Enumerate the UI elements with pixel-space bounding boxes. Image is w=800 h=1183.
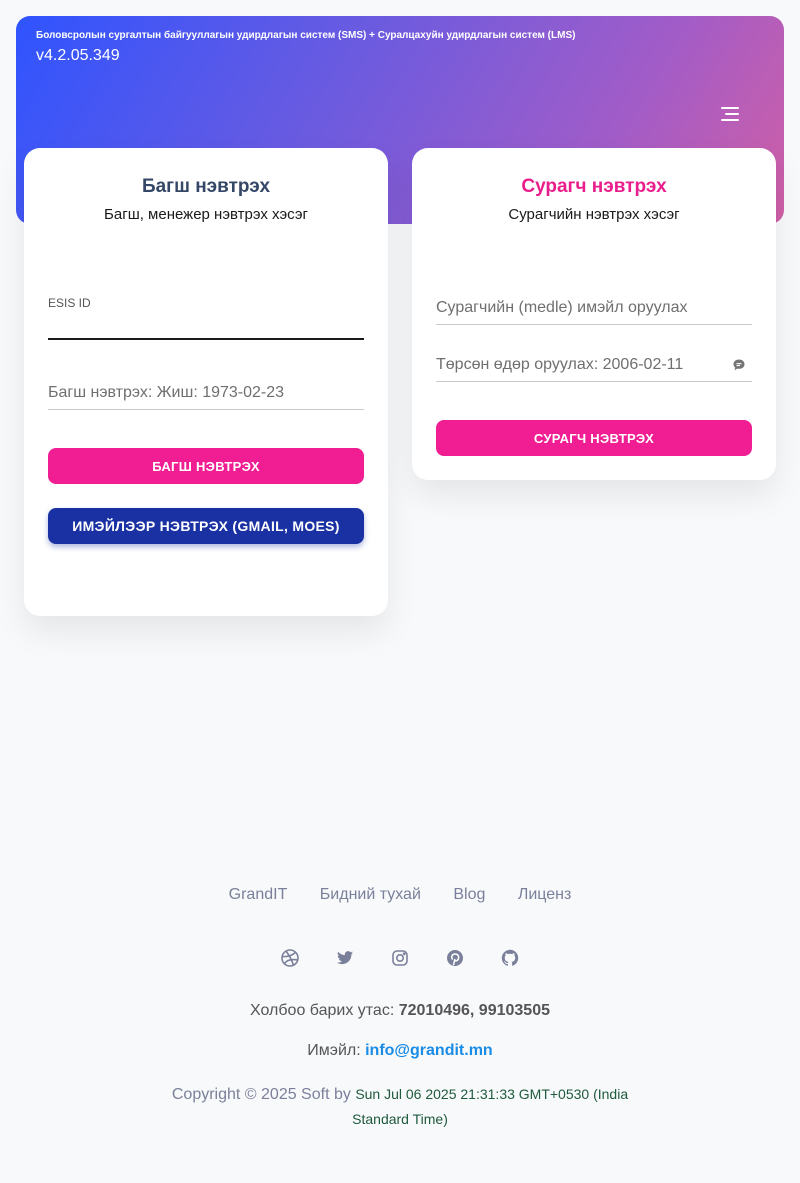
contact-email: Имэйл: info@grandit.mn: [0, 1042, 800, 1060]
email-login-button[interactable]: ИМЭЙЛЭЭР НЭВТРЭХ (GMAIL, MOES): [48, 508, 364, 544]
social-icons: [0, 948, 800, 970]
chat-bubble-icon: [732, 358, 746, 372]
twitter-icon[interactable]: [335, 948, 355, 968]
footer-links: GrandIT Бидний тухай Blog Лиценз: [0, 886, 800, 904]
student-login-title: Сурагч нэвтрэх: [521, 176, 667, 197]
copyright: Copyright © 2025 Soft by Sun Jul 06 2025…: [160, 1082, 640, 1132]
teacher-login-title: Багш нэвтрэх: [141, 176, 271, 197]
student-login-subtitle: Сурагчийн нэвтрэх хэсэг: [508, 206, 680, 223]
esis-id-input[interactable]: [48, 306, 364, 340]
dribbble-icon[interactable]: [280, 948, 300, 968]
footer-link-license[interactable]: Лиценз: [518, 886, 572, 904]
phone-label: Холбоо барих утас:: [250, 1002, 399, 1019]
contact-phone: Холбоо барих утас: 72010496, 99103505: [0, 1002, 800, 1020]
footer-link-blog[interactable]: Blog: [453, 886, 485, 904]
email-label: Имэйл:: [307, 1042, 366, 1059]
copyright-text: Copyright © 2025 Soft by: [171, 1086, 356, 1103]
email-link[interactable]: info@grandit.mn: [365, 1042, 493, 1059]
footer-link-grandit[interactable]: GrandIT: [229, 886, 288, 904]
student-birthdate-input[interactable]: [436, 348, 752, 382]
teacher-birthdate-input[interactable]: [48, 376, 364, 410]
teacher-login-subtitle: Багш, менежер нэвтрэх хэсэг: [104, 206, 308, 223]
app-version: v4.2.05.349: [36, 47, 120, 64]
teacher-login-card: Багш нэвтрэх Багш, менежер нэвтрэх хэсэг…: [24, 148, 388, 616]
github-icon[interactable]: [500, 948, 520, 968]
instagram-icon[interactable]: [390, 948, 410, 968]
footer-link-about[interactable]: Бидний тухай: [320, 886, 421, 904]
timestamp: Sun Jul 06 2025 21:31:33 GMT+0530 (India…: [352, 1086, 629, 1127]
student-login-button[interactable]: СУРАГЧ НЭВТРЭХ: [436, 420, 752, 456]
student-email-input[interactable]: [436, 291, 752, 325]
app-title: Боловсролын сургалтын байгууллагын удирд…: [36, 30, 576, 41]
phone-numbers: 72010496, 99103505: [398, 1002, 550, 1019]
student-login-card: Сурагч нэвтрэх Сурагчийн нэвтрэх хэсэг С…: [412, 148, 776, 480]
pinterest-icon[interactable]: [445, 948, 465, 968]
hamburger-menu-icon[interactable]: [718, 104, 742, 124]
teacher-login-button[interactable]: БАГШ НЭВТРЭХ: [48, 448, 364, 484]
